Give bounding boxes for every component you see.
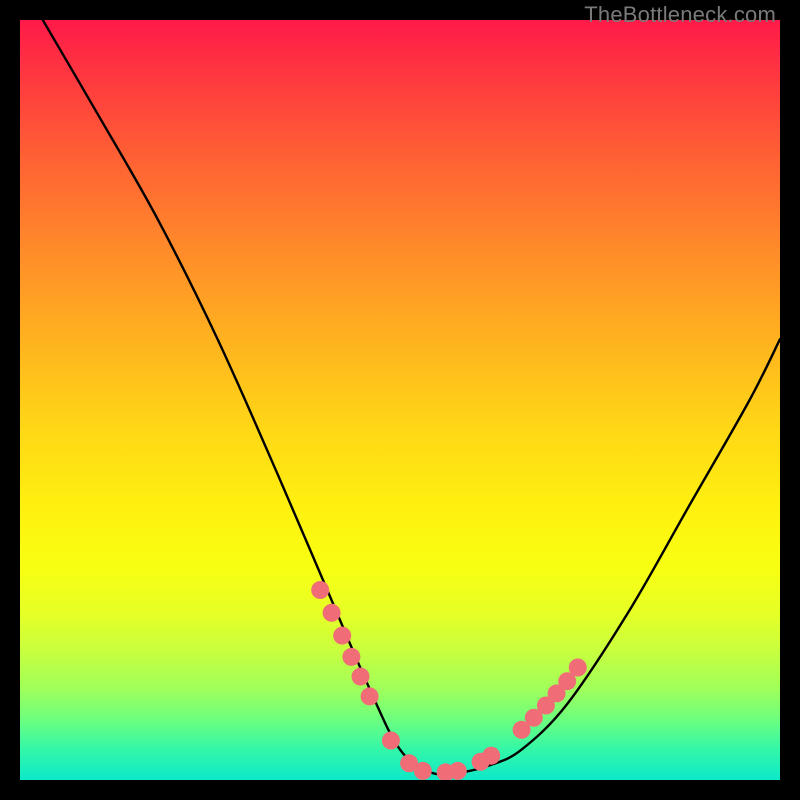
highlight-dot	[449, 762, 467, 780]
chart-frame: TheBottleneck.com	[0, 0, 800, 800]
highlight-dot	[352, 668, 370, 686]
bottleneck-curve	[43, 20, 780, 774]
chart-svg	[20, 20, 780, 780]
highlight-dot	[414, 762, 432, 780]
highlight-dot	[382, 732, 400, 750]
highlight-dot	[323, 604, 341, 622]
highlight-dot	[482, 747, 500, 765]
highlight-dot	[342, 648, 360, 666]
plot-area	[20, 20, 780, 780]
watermark-text: TheBottleneck.com	[584, 2, 776, 28]
highlight-dot-group	[311, 581, 587, 780]
highlight-dot	[311, 581, 329, 599]
highlight-dot	[569, 659, 587, 677]
highlight-dot	[333, 627, 351, 645]
highlight-dot	[361, 687, 379, 705]
